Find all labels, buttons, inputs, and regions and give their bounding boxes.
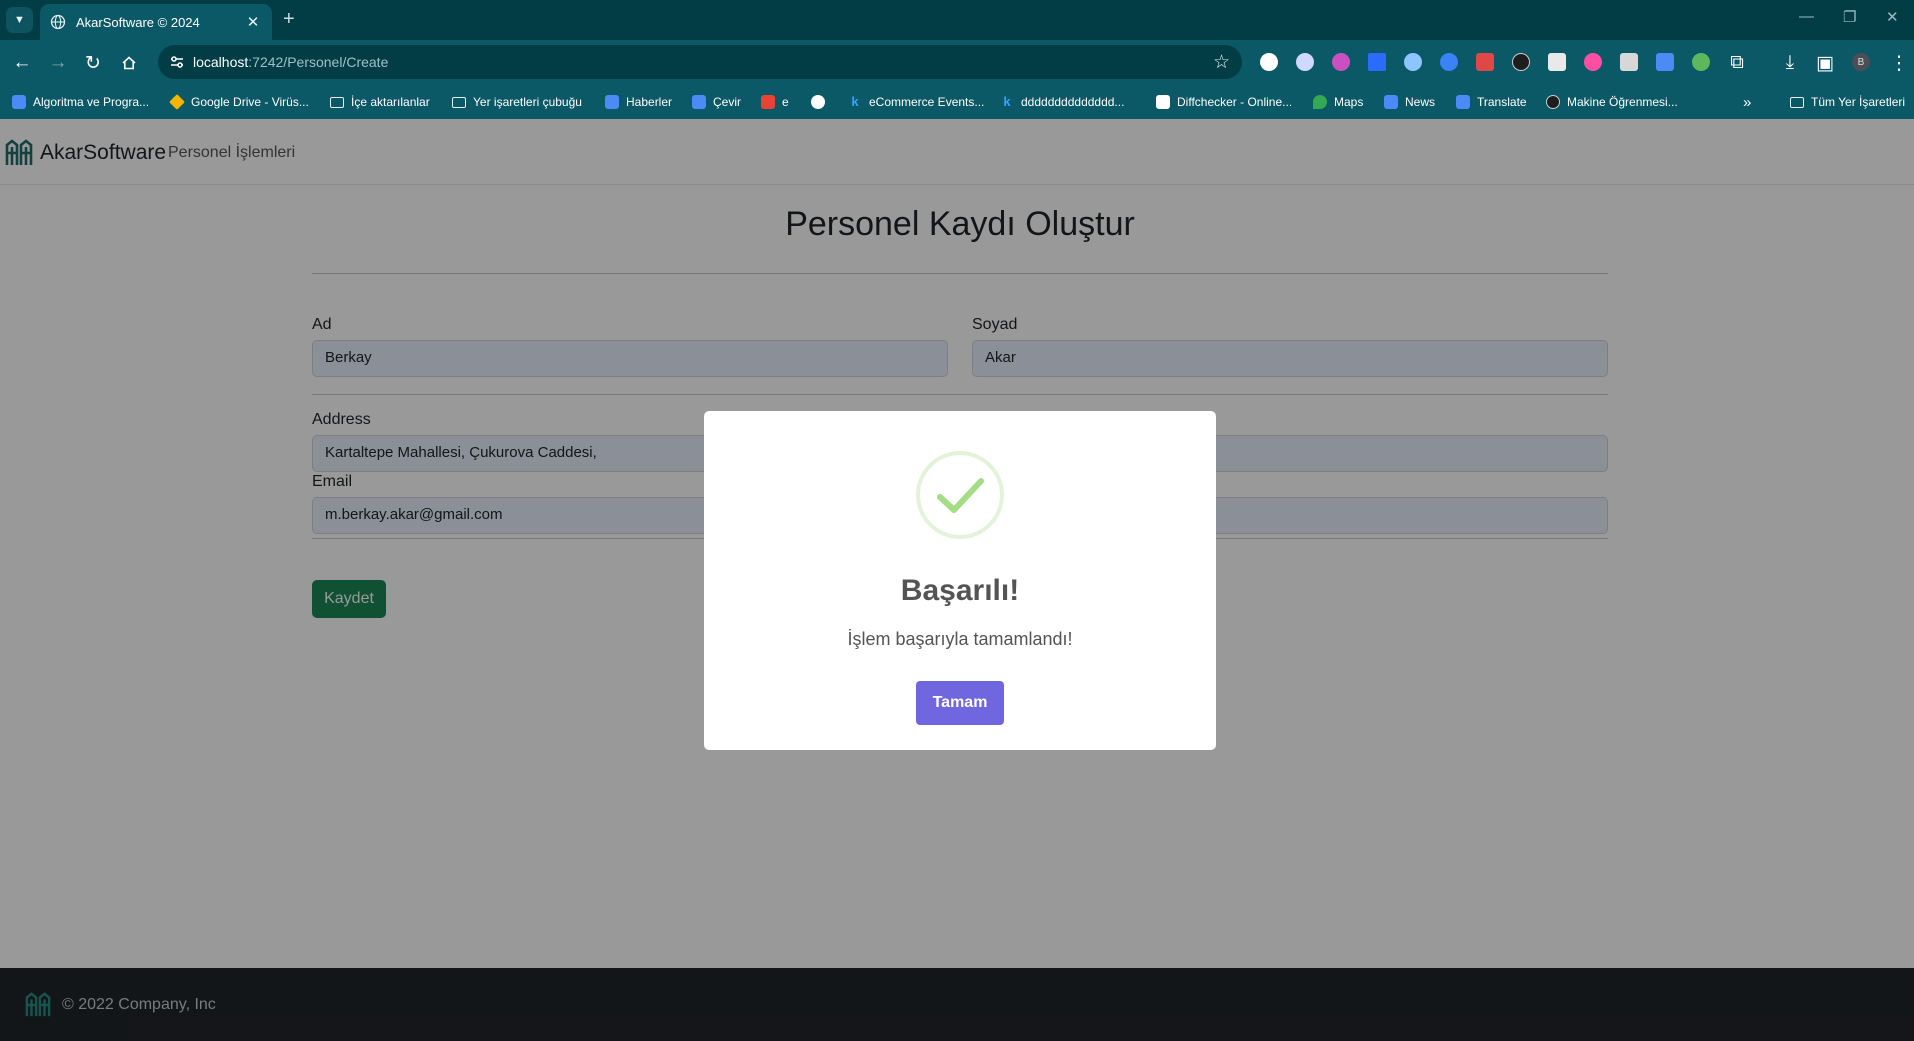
folder-icon [330,96,344,108]
extension-icon[interactable] [1656,53,1674,71]
extension-icon[interactable] [1260,53,1278,71]
extension-icon[interactable] [1296,53,1314,71]
extension-icon[interactable] [1620,53,1638,71]
menu-kebab-icon[interactable]: ⋮ [1887,51,1911,75]
k-icon: k [851,94,859,109]
extension-icon[interactable] [1692,53,1710,71]
profile-avatar[interactable]: B [1852,53,1870,71]
reload-icon[interactable]: ↻ [81,51,105,75]
window-close-icon[interactable]: ✕ [1886,8,1899,26]
success-check-icon [916,451,1004,539]
tab-strip: ▼ AkarSoftware © 2024 ✕ + — ❐ ✕ [0,0,1914,40]
success-dialog: Başarılı! İşlem başarıyla tamamlandı! Ta… [704,411,1216,750]
globe-icon [811,95,825,109]
bookmark-item[interactable]: Diffchecker - Online... [1156,93,1292,111]
diffchecker-icon [1156,95,1170,109]
download-icon[interactable]: ⤓ [1778,51,1802,75]
chevron-down-icon: ▼ [14,14,25,26]
bookmark-item[interactable]: Haberler [605,93,672,111]
side-panel-icon[interactable]: ▣ [1813,51,1837,75]
extension-icon[interactable] [1404,53,1422,71]
wordpress-icon [1546,95,1560,109]
folder-icon [1790,96,1804,108]
forward-icon[interactable]: → [46,51,70,75]
restore-icon[interactable]: ❐ [1843,8,1856,26]
extension-icon[interactable] [1584,53,1602,71]
bookmark-item[interactable]: Google Drive - Virüs... [169,93,309,111]
dialog-message: İşlem başarıyla tamamlandı! [847,629,1073,649]
confirm-button[interactable]: Tamam [916,681,1004,725]
bookmark-folder[interactable]: İçe aktarılanlar [330,93,430,111]
bookmark-item[interactable]: e [761,93,789,111]
google-translate-icon [1456,95,1470,109]
bookmarks-bar: Algoritma ve Progra... Google Drive - Vi… [0,85,1914,119]
extension-icon[interactable] [1476,53,1494,71]
extension-icon[interactable] [1440,53,1458,71]
more-bookmarks-button[interactable]: » [1743,93,1751,111]
home-icon[interactable] [117,51,141,75]
all-bookmarks-folder[interactable]: Tüm Yer İşaretleri [1790,93,1905,111]
back-icon[interactable]: ← [10,51,34,75]
tab-title: AkarSoftware © 2024 [76,14,200,30]
bookmark-item[interactable]: Translate [1456,93,1527,111]
tab-search-button[interactable]: ▼ [6,7,33,33]
bookmark-item[interactable]: Makine Öğrenmesi... [1546,93,1678,111]
k-icon: k [1003,94,1011,109]
bookmark-favicon-icon [12,95,26,109]
bookmark-item[interactable]: k dddddddddddddd... [1000,93,1124,111]
tab-active[interactable]: AkarSoftware © 2024 ✕ [40,4,272,40]
browser-toolbar: ← → ↻ localhost:7242/Personel/Create ☆ ⧉… [0,40,1914,85]
bookmark-item[interactable]: Algoritma ve Progra... [12,93,149,111]
url-text[interactable]: localhost:7242/Personel/Create [193,54,388,70]
maps-icon [1313,95,1327,109]
bookmark-item[interactable] [811,93,832,111]
dialog-title: Başarılı! [900,574,1020,607]
address-bar[interactable]: localhost:7242/Personel/Create ☆ [158,45,1242,79]
globe-icon [50,14,66,30]
google-translate-icon [1384,95,1398,109]
bookmark-star-icon[interactable]: ☆ [1213,51,1230,74]
bookmark-item[interactable]: Çevir [692,93,741,111]
bookmark-item[interactable]: Maps [1313,93,1363,111]
bookmark-folder[interactable]: Yer işaretleri çubuğu [452,93,582,111]
extension-icon[interactable] [1332,53,1350,71]
bookmark-item[interactable]: News [1384,93,1435,111]
google-translate-icon [605,95,619,109]
google-translate-icon [692,95,706,109]
bookmark-item[interactable]: k eCommerce Events... [848,93,984,111]
google-drive-icon [169,94,185,110]
extension-icon[interactable] [1368,53,1386,71]
folder-icon [452,96,466,108]
gmail-icon [761,95,775,109]
extensions-puzzle-icon[interactable]: ⧉ [1725,51,1749,75]
new-tab-button[interactable]: + [283,8,295,31]
close-tab-icon[interactable]: ✕ [244,13,262,31]
extension-icon[interactable] [1512,53,1530,71]
minimize-icon[interactable]: — [1799,8,1814,25]
site-settings-icon[interactable] [168,53,186,71]
extension-icon[interactable] [1548,53,1566,71]
